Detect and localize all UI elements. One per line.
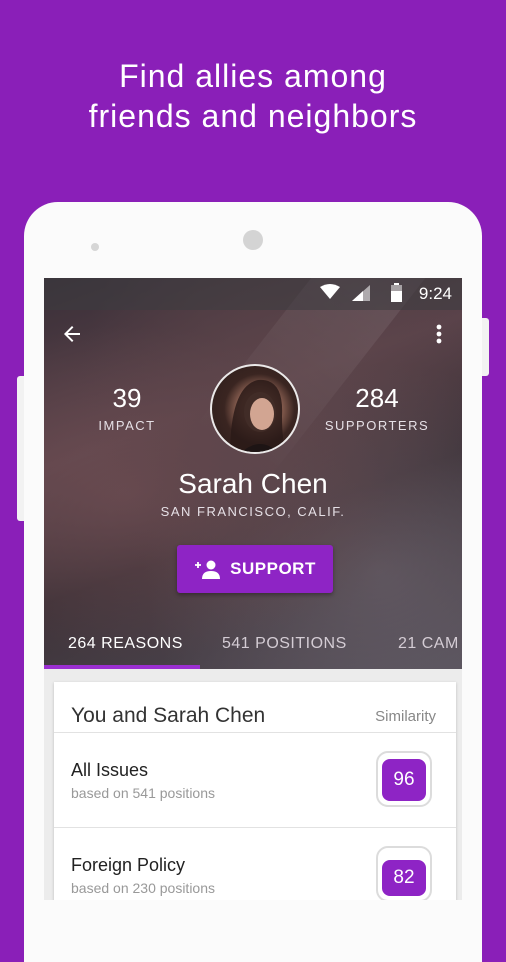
avatar	[210, 364, 300, 454]
headline-line-2: friends and neighbors	[88, 98, 418, 134]
phone-speaker	[91, 243, 99, 251]
score-value: 82	[393, 867, 415, 888]
impact-label: IMPACT	[98, 418, 156, 433]
list-item[interactable]: Foreign Policy based on 230 positions 82	[54, 827, 456, 900]
supporters-stat[interactable]: 284 SUPPORTERS	[307, 382, 447, 433]
similarity-score: 82	[376, 846, 432, 900]
battery-icon	[391, 283, 402, 302]
active-tab-indicator	[44, 665, 200, 669]
tab-reasons[interactable]: 264 REASONS	[68, 623, 183, 669]
supporters-value: 284	[355, 383, 399, 413]
signal-icon	[352, 285, 370, 301]
score-fill: 96	[382, 759, 426, 801]
app-screen: 9:24 39 IMPACT 284 SUPPORTERS Sarah Chen…	[44, 278, 462, 900]
more-vert-icon[interactable]	[436, 324, 442, 344]
impact-stat[interactable]: 39 IMPACT	[57, 382, 197, 433]
profile-location: SAN FRANCISCO, CALIF.	[160, 504, 346, 519]
score-value: 96	[393, 769, 415, 790]
issue-basis: based on 230 positions	[71, 880, 215, 896]
score-fill: 82	[382, 860, 426, 896]
profile-name: Sarah Chen	[178, 468, 328, 499]
support-label: SUPPORT	[230, 559, 316, 578]
phone-camera	[243, 230, 263, 250]
tab-campaigns[interactable]: 21 CAM	[398, 623, 459, 669]
similarity-card: You and Sarah Chen Similarity All Issues…	[54, 682, 456, 900]
profile-header: 9:24 39 IMPACT 284 SUPPORTERS Sarah Chen…	[44, 278, 462, 669]
headline-line-1: Find allies among	[119, 58, 387, 94]
card-title: You and Sarah Chen	[71, 704, 266, 727]
list-item[interactable]: All Issues based on 541 positions 96	[54, 732, 456, 827]
promo-headline: Find allies among friends and neighbors	[0, 56, 506, 136]
arrow-back-icon[interactable]	[60, 322, 84, 346]
impact-value: 39	[112, 383, 142, 413]
wifi-icon	[320, 284, 340, 299]
add-person-icon	[195, 560, 221, 579]
profile-tabs: 264 REASONS 541 POSITIONS 21 CAM	[44, 623, 462, 669]
issue-basis: based on 541 positions	[71, 785, 215, 801]
issue-name: All Issues	[71, 760, 149, 780]
support-button[interactable]: SUPPORT	[177, 545, 333, 593]
issue-name: Foreign Policy	[71, 855, 186, 875]
avatar-portrait	[230, 379, 287, 452]
phone-power-button	[482, 318, 489, 376]
similarity-header: Similarity	[375, 708, 436, 725]
tab-positions[interactable]: 541 POSITIONS	[222, 623, 347, 669]
phone-volume-button	[17, 376, 24, 521]
supporters-label: SUPPORTERS	[324, 418, 430, 433]
similarity-score: 96	[376, 751, 432, 807]
status-time: 9:24	[418, 284, 452, 303]
status-bar: 9:24	[44, 278, 462, 310]
